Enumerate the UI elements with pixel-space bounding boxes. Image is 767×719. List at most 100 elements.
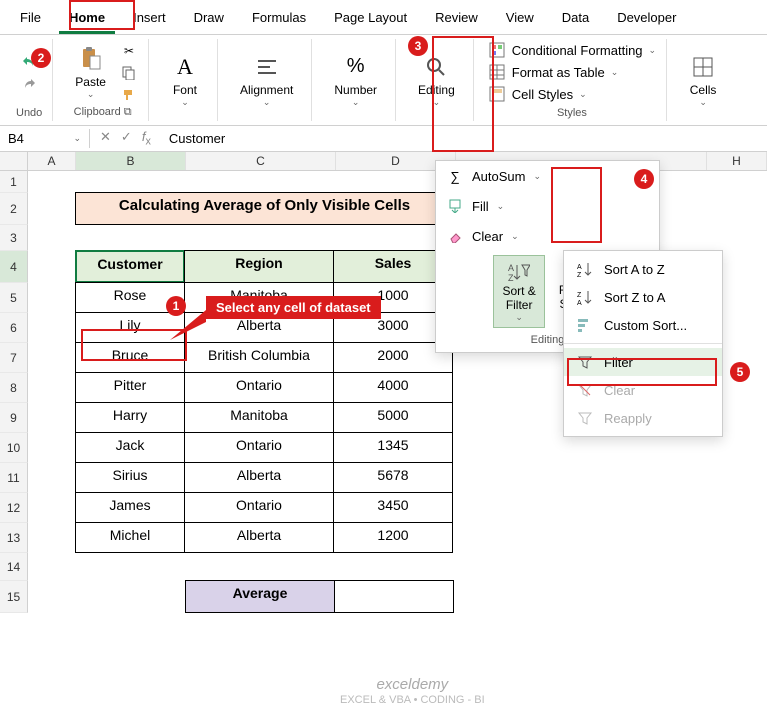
table-cell[interactable]: Lily [75, 312, 185, 343]
tab-draw[interactable]: Draw [184, 4, 234, 34]
sort-desc-icon: ZA [576, 289, 594, 305]
copy-icon[interactable] [120, 64, 138, 82]
tab-data[interactable]: Data [552, 4, 599, 34]
clear-button[interactable]: Clear ⌄ [436, 221, 659, 251]
formula-input[interactable]: Customer [161, 129, 767, 148]
font-icon: A [171, 53, 199, 81]
row-6[interactable]: 6 [0, 313, 28, 343]
table-cell[interactable]: Rose [75, 282, 185, 313]
reapply-item[interactable]: Reapply [564, 404, 722, 432]
sort-filter-button[interactable]: AZ Sort & Filter⌄ [493, 255, 544, 328]
svg-text:Z: Z [577, 292, 582, 299]
font-button[interactable]: A Font ⌄ [163, 49, 207, 112]
group-label-clipboard: Clipboard ⧉ [74, 106, 132, 119]
format-as-table-button[interactable]: Format as Table ⌄ [488, 63, 619, 81]
group-alignment: Alignment ⌄ [222, 39, 312, 121]
col-b[interactable]: B [76, 152, 186, 170]
row-1[interactable]: 1 [0, 171, 28, 193]
tab-review[interactable]: Review [425, 4, 488, 34]
table-cell[interactable]: 5000 [333, 402, 453, 433]
table-cell[interactable]: Pitter [75, 372, 185, 403]
table-cell[interactable]: Jack [75, 432, 185, 463]
table-cell[interactable]: Michel [75, 522, 185, 553]
name-box[interactable]: B4⌄ [0, 129, 90, 148]
tab-pagelayout[interactable]: Page Layout [324, 4, 417, 34]
cell-styles-button[interactable]: Cell Styles ⌄ [488, 85, 587, 103]
col-h[interactable]: H [707, 152, 767, 170]
cells-button[interactable]: Cells ⌄ [681, 49, 725, 112]
row-4[interactable]: 4 [0, 251, 28, 283]
table-cell[interactable]: James [75, 492, 185, 523]
number-button[interactable]: % Number ⌄ [326, 49, 385, 112]
row-7[interactable]: 7 [0, 343, 28, 373]
alignment-icon [253, 53, 281, 81]
table-cell[interactable]: Ontario [184, 432, 334, 463]
table-cell[interactable]: Ontario [184, 372, 334, 403]
table-cell[interactable]: 4000 [333, 372, 453, 403]
table-cell[interactable]: Bruce [75, 342, 185, 373]
custom-sort-item[interactable]: Custom Sort... [564, 311, 722, 339]
average-label-cell[interactable]: Average [185, 580, 335, 613]
row-15[interactable]: 15 [0, 581, 28, 613]
filter-item[interactable]: Filter [564, 348, 722, 376]
redo-icon[interactable] [20, 75, 38, 93]
title-cell[interactable]: Calculating Average of Only Visible Cell… [75, 192, 454, 225]
row-12[interactable]: 12 [0, 493, 28, 523]
table-cell[interactable]: 5678 [333, 462, 453, 493]
table-cell[interactable]: British Columbia [184, 342, 334, 373]
tab-developer[interactable]: Developer [607, 4, 686, 34]
sort-asc-item[interactable]: AZSort A to Z [564, 255, 722, 283]
chevron-down-icon: ⌄ [699, 97, 707, 108]
col-c[interactable]: C [186, 152, 336, 170]
cancel-icon[interactable]: ✕ [100, 129, 111, 148]
tab-formulas[interactable]: Formulas [242, 4, 316, 34]
tab-insert[interactable]: Insert [123, 4, 176, 34]
cut-icon[interactable]: ✂ [120, 42, 138, 60]
table-cell[interactable]: Alberta [184, 522, 334, 553]
row-13[interactable]: 13 [0, 523, 28, 553]
fill-button[interactable]: Fill ⌄ [436, 191, 659, 221]
row-8[interactable]: 8 [0, 373, 28, 403]
editing-button[interactable]: Editing ⌄ [410, 49, 463, 112]
table-cell[interactable]: Manitoba [184, 402, 334, 433]
table-cell[interactable]: 1200 [333, 522, 453, 553]
format-painter-icon[interactable] [120, 86, 138, 104]
clear-filter-item[interactable]: Clear [564, 376, 722, 404]
row-14[interactable]: 14 [0, 553, 28, 581]
table-cell[interactable]: Harry [75, 402, 185, 433]
row-3[interactable]: 3 [0, 225, 28, 251]
table-cell[interactable]: Sirius [75, 462, 185, 493]
chevron-down-icon: ⌄ [352, 97, 360, 108]
sort-filter-icon: AZ [507, 260, 531, 284]
tab-file[interactable]: File [10, 4, 51, 34]
group-undo: Undo [6, 39, 53, 121]
average-value-cell[interactable] [334, 580, 454, 613]
alignment-button[interactable]: Alignment ⌄ [232, 49, 301, 112]
row-5[interactable]: 5 [0, 283, 28, 313]
tab-home[interactable]: Home [59, 4, 115, 34]
eraser-icon [446, 227, 464, 245]
select-all-corner[interactable] [0, 152, 28, 170]
table-cell[interactable]: 3450 [333, 492, 453, 523]
row-11[interactable]: 11 [0, 463, 28, 493]
enter-icon[interactable]: ✓ [121, 129, 132, 148]
sigma-icon: ∑ [446, 167, 464, 185]
header-region[interactable]: Region [184, 250, 334, 283]
col-a[interactable]: A [28, 152, 76, 170]
table-cell[interactable]: Alberta [184, 462, 334, 493]
callout-tip: Select any cell of dataset [206, 296, 381, 319]
chevron-down-icon: ⌄ [73, 133, 81, 144]
sort-desc-item[interactable]: ZASort Z to A [564, 283, 722, 311]
table-cell[interactable]: Ontario [184, 492, 334, 523]
table-cell[interactable]: 1345 [333, 432, 453, 463]
undo-icon[interactable] [20, 53, 38, 71]
autosum-button[interactable]: ∑AutoSum ⌄ [436, 161, 659, 191]
paste-button[interactable]: Paste ⌄ [67, 41, 114, 104]
row-2[interactable]: 2 [0, 193, 28, 225]
tab-view[interactable]: View [496, 4, 544, 34]
fx-icon[interactable]: fx [142, 129, 151, 148]
conditional-formatting-button[interactable]: Conditional Formatting ⌄ [488, 41, 656, 59]
row-10[interactable]: 10 [0, 433, 28, 463]
header-customer[interactable]: Customer [75, 250, 185, 283]
row-9[interactable]: 9 [0, 403, 28, 433]
